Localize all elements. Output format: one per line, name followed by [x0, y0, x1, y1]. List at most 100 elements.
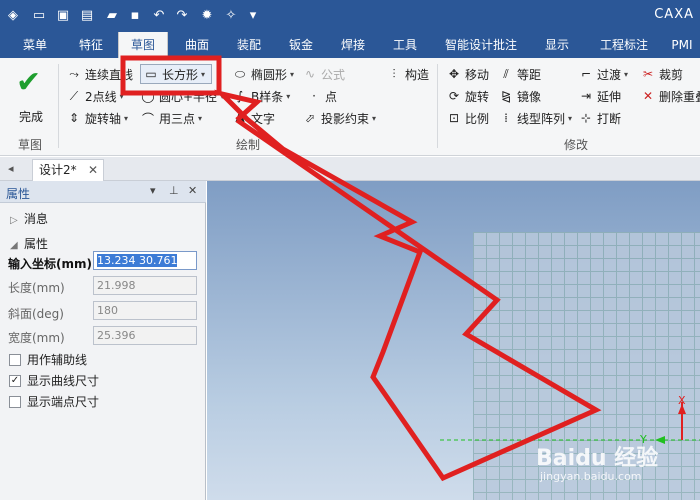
text-button[interactable]: A 文字 — [232, 108, 275, 128]
ellipse-label: 椭圆形 — [251, 67, 288, 82]
two-point-line-button[interactable]: ⟋ 2点线 ▾ — [66, 86, 124, 106]
chevron-down-icon[interactable]: ▾ — [220, 92, 224, 101]
app-logo-icon[interactable]: ◈ — [4, 6, 22, 24]
rotation-axis-button[interactable]: ⇕ 旋转轴 ▾ — [66, 108, 128, 128]
ellipse-button[interactable]: ⬭ 椭圆形 ▾ — [232, 64, 294, 84]
rectangle-icon: ▭ — [145, 67, 157, 81]
close-icon[interactable]: ✕ — [88, 160, 98, 180]
circle-button[interactable]: ◯ 圆心+半径 ▾ — [140, 86, 224, 106]
tab-tools[interactable]: 工具 — [380, 32, 430, 58]
customize-icon[interactable]: ▾ — [244, 6, 262, 24]
expand-icon[interactable]: ▷ — [10, 215, 24, 226]
tab-menu[interactable]: 菜单 — [10, 32, 60, 58]
checkbox-checked[interactable]: ✓ — [9, 374, 21, 387]
move-button[interactable]: ✥ 移动 — [446, 64, 489, 84]
properties-section[interactable]: ◢ 属性 — [10, 235, 48, 252]
input-coordinate-field[interactable]: 13.234 30.761 — [93, 251, 197, 270]
two-point-line-label: 2点线 — [85, 89, 117, 104]
collapse-icon[interactable]: ◢ — [10, 240, 24, 251]
open-folder-icon[interactable]: ▰ — [103, 6, 121, 24]
messages-section[interactable]: ▷ 消息 — [10, 210, 48, 227]
width-field[interactable]: 25.396 — [93, 326, 197, 345]
tab-smart-annotation[interactable]: 智能设计批注 — [436, 32, 526, 58]
linear-array-button[interactable]: ⁞ 线型阵列 ▾ — [498, 108, 572, 128]
continuous-line-label: 连续直线 — [85, 67, 134, 82]
construct-label: 构造 — [405, 67, 430, 82]
trim-button[interactable]: ✂ 裁剪 — [640, 64, 683, 84]
delete-icon: ✕ — [642, 89, 654, 103]
text-icon: A — [235, 111, 245, 125]
formula-button[interactable]: ∿ 公式 — [302, 64, 345, 84]
chevron-down-icon[interactable]: ▾ — [120, 92, 124, 101]
panel-menu-icon[interactable]: ▾ — [150, 184, 156, 197]
arc-icon: ⌒ — [141, 111, 154, 126]
rectangle-button[interactable]: ▭ 长方形 ▾ — [140, 64, 212, 84]
document-tab-strip: ◂ 设计2* ✕ — [0, 157, 700, 181]
mirror-button[interactable]: ⧎ 镜像 — [498, 86, 541, 106]
continuous-line-button[interactable]: ⤳ 连续直线 — [66, 64, 133, 84]
redo-icon[interactable]: ↷ — [173, 6, 191, 24]
break-button[interactable]: ⊹ 打断 — [578, 108, 621, 128]
chevron-down-icon[interactable]: ▾ — [372, 114, 376, 123]
offset-button[interactable]: ⫽ 等距 — [498, 64, 541, 84]
construction-line-checkbox[interactable]: 用作辅助线 — [9, 351, 87, 368]
axis-icon: ⇕ — [68, 111, 80, 125]
close-icon[interactable]: ✕ — [188, 184, 197, 197]
angle-field[interactable]: 180 — [93, 301, 197, 320]
checkbox-unchecked[interactable] — [9, 353, 21, 366]
formula-icon: ∿ — [304, 67, 316, 81]
new-drawing-icon[interactable]: ▣ — [54, 6, 72, 24]
tab-surface[interactable]: 曲面 — [172, 32, 222, 58]
chevron-down-icon[interactable]: ▾ — [286, 92, 290, 101]
length-field[interactable]: 21.998 — [93, 276, 197, 295]
save-icon[interactable]: ▪ — [126, 6, 144, 24]
tab-list-dropdown-icon[interactable]: ◂ — [8, 162, 14, 175]
delete-overlap-button[interactable]: ✕ 删除重叠 — [640, 86, 700, 106]
settings-icon[interactable]: ✹ — [198, 6, 216, 24]
rectangle-label: 长方形 — [162, 67, 199, 82]
scale-button[interactable]: ⊡ 比例 — [446, 108, 489, 128]
chevron-down-icon[interactable]: ▾ — [624, 70, 628, 79]
three-point-arc-label: 用三点 — [159, 111, 196, 126]
rotate-button[interactable]: ⟳ 旋转 — [446, 86, 489, 106]
projection-constraint-button[interactable]: ⬀ 投影约束 ▾ — [302, 108, 376, 128]
construct-button[interactable]: ⫶ 构造 — [386, 64, 429, 84]
chevron-down-icon[interactable]: ▾ — [201, 70, 205, 79]
chevron-down-icon[interactable]: ▾ — [568, 114, 572, 123]
construction-line-label: 用作辅助线 — [27, 353, 88, 367]
bspline-button[interactable]: ∫ B样条 ▾ — [232, 86, 290, 106]
new-file-icon[interactable]: ▭ — [30, 6, 48, 24]
show-endpoint-dimensions-label: 显示端点尺寸 — [27, 395, 100, 409]
projection-constraint-label: 投影约束 — [321, 111, 370, 126]
tab-welding[interactable]: 焊接 — [328, 32, 378, 58]
checkbox-unchecked[interactable] — [9, 395, 21, 408]
tab-assembly[interactable]: 装配 — [224, 32, 274, 58]
document-tab[interactable]: 设计2* ✕ — [32, 159, 104, 181]
input-coordinate-label: 输入坐标(mm) — [8, 257, 92, 271]
finish-button[interactable]: ✔ 完成 — [10, 66, 54, 126]
chevron-down-icon[interactable]: ▾ — [198, 114, 202, 123]
tab-sketch[interactable]: 草图 — [118, 32, 168, 58]
pin-icon[interactable]: ⊥ — [169, 184, 179, 197]
undo-icon[interactable]: ↶ — [150, 6, 168, 24]
tab-display[interactable]: 显示 — [532, 32, 582, 58]
panel-title: 属性 — [6, 187, 31, 201]
break-label: 打断 — [597, 111, 622, 126]
point-button[interactable]: · 点 — [306, 86, 337, 106]
tab-engineering-annotation[interactable]: 工程标注 — [588, 32, 660, 58]
tab-pmi[interactable]: PMI — [664, 32, 700, 58]
extend-button[interactable]: ⇥ 延伸 — [578, 86, 621, 106]
show-curve-dimensions-label: 显示曲线尺寸 — [27, 374, 100, 388]
tab-sheet-metal[interactable]: 钣金 — [276, 32, 326, 58]
show-endpoint-dimensions-checkbox[interactable]: 显示端点尺寸 — [9, 393, 99, 410]
show-curve-dimensions-checkbox[interactable]: ✓ 显示曲线尺寸 — [9, 372, 99, 389]
chevron-down-icon[interactable]: ▾ — [124, 114, 128, 123]
transition-button[interactable]: ⌐ 过渡 ▾ — [578, 64, 628, 84]
three-point-arc-button[interactable]: ⌒ 用三点 ▾ — [140, 108, 202, 128]
fillet-icon: ⌐ — [580, 67, 592, 81]
open-recent-icon[interactable]: ▤ — [78, 6, 96, 24]
sparkle-icon[interactable]: ✧ — [222, 6, 240, 24]
chevron-down-icon[interactable]: ▾ — [290, 70, 294, 79]
circle-icon: ◯ — [141, 89, 155, 103]
tab-features[interactable]: 特征 — [66, 32, 116, 58]
